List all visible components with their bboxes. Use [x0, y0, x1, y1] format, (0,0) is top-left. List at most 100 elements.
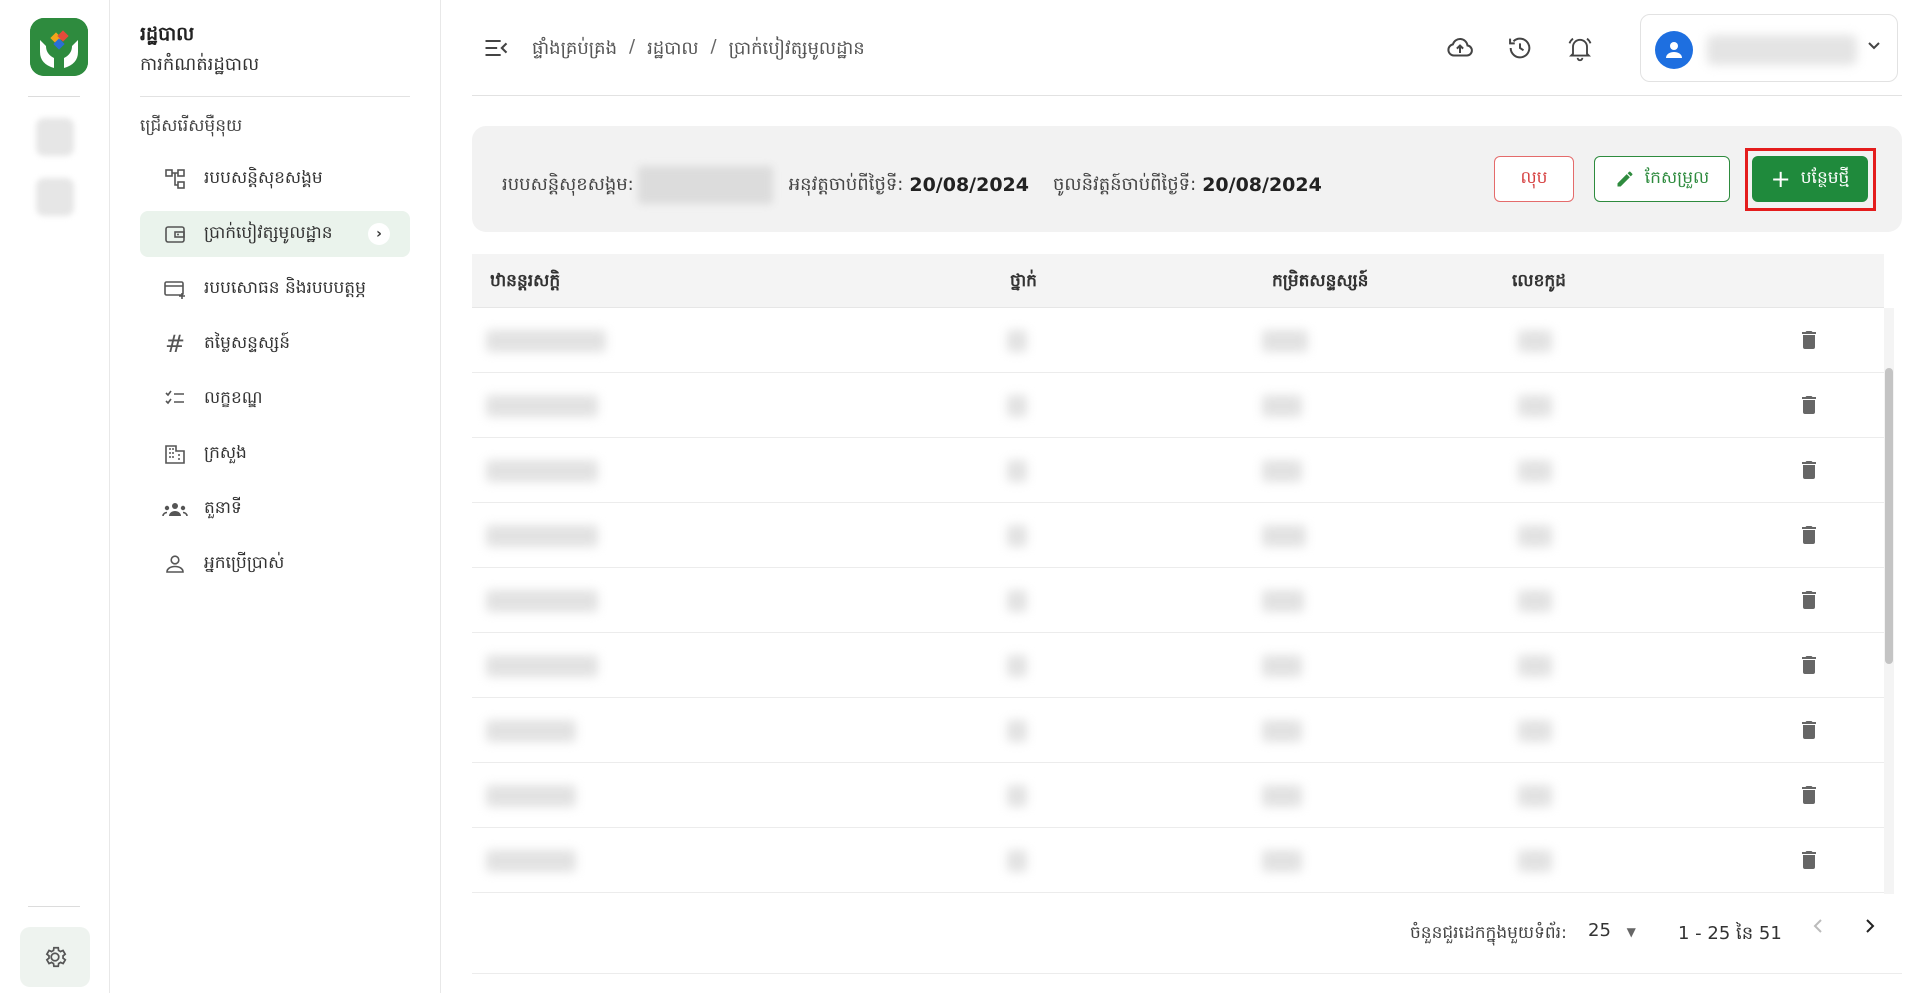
- history-icon: [1509, 37, 1531, 59]
- gear-icon: [45, 946, 67, 968]
- breadcrumb-separator: /: [629, 36, 636, 57]
- table-row[interactable]: [472, 828, 1884, 893]
- column-header-code[interactable]: លេខកូដ: [1512, 270, 1566, 295]
- sidebar-item-ministry[interactable]: ក្រសួង: [140, 431, 410, 477]
- cell-rank: [486, 590, 598, 612]
- trash-icon[interactable]: [1797, 523, 1821, 547]
- column-header-index-level[interactable]: កម្រិតសន្ទស្សន៍: [1272, 270, 1368, 295]
- column-header-rank[interactable]: ឋានន្តរសក្តិ: [490, 270, 560, 295]
- table-row[interactable]: [472, 503, 1884, 568]
- menu-collapse-button[interactable]: [482, 34, 510, 62]
- hands-logo-icon: [30, 18, 88, 76]
- pencil-icon: [1617, 171, 1633, 187]
- trash-icon[interactable]: [1797, 718, 1821, 742]
- scheme-value: [637, 166, 773, 204]
- table-row[interactable]: [472, 698, 1884, 763]
- table-body: [472, 308, 1884, 894]
- upload-button[interactable]: [1444, 32, 1476, 64]
- delete-button[interactable]: លុប: [1494, 156, 1574, 202]
- effective-date-value: 20/08/2024: [909, 174, 1029, 196]
- group-icon: [160, 494, 190, 524]
- sidebar-item-conditions[interactable]: លក្ខខណ្ឌ: [140, 376, 410, 422]
- rail-item[interactable]: [36, 118, 74, 156]
- cell-index: [1262, 395, 1302, 417]
- sidebar-item-label: លក្ខខណ្ឌ: [204, 387, 263, 408]
- scrollbar-thumb[interactable]: [1885, 368, 1893, 664]
- hash-icon: #: [164, 330, 186, 358]
- edit-button[interactable]: កែសម្រួល: [1594, 156, 1730, 202]
- settings-button[interactable]: [20, 927, 90, 987]
- trash-icon[interactable]: [1797, 458, 1821, 482]
- cell-grade: [1007, 330, 1027, 352]
- rail-divider: [28, 906, 80, 907]
- rows-per-page-select[interactable]: 25 ▼: [1588, 920, 1636, 941]
- breadcrumb-separator: /: [710, 36, 717, 57]
- next-page-button[interactable]: [1854, 916, 1884, 946]
- sidebar-item-label: ប្រាក់បៀវត្សមូលដ្ឋាន: [204, 222, 333, 243]
- trash-icon[interactable]: [1797, 393, 1821, 417]
- table-row[interactable]: [472, 633, 1884, 698]
- table-row[interactable]: [472, 568, 1884, 633]
- previous-page-button[interactable]: [1804, 916, 1834, 946]
- app-logo[interactable]: [30, 18, 88, 76]
- sidebar-item-pension[interactable]: របបសោធន និងរបបបត្តម្ភ: [140, 266, 410, 312]
- cell-grade: [1007, 720, 1027, 742]
- table-row[interactable]: [472, 438, 1884, 503]
- scheme-label: របបសន្តិសុខសង្គម:: [502, 173, 634, 195]
- cell-index: [1262, 460, 1302, 482]
- trash-icon[interactable]: [1797, 783, 1821, 807]
- sidebar-item-label: តួនាទី: [204, 497, 242, 518]
- breadcrumb-current: ប្រាក់បៀវត្សមូលដ្ឋាន: [728, 38, 865, 59]
- chevron-left-icon: [1813, 919, 1822, 933]
- retirement-date-value: 20/08/2024: [1202, 174, 1322, 196]
- cell-grade: [1007, 655, 1027, 677]
- cell-code: [1518, 525, 1552, 547]
- checklist-icon: [160, 384, 190, 414]
- cell-rank: [486, 330, 606, 352]
- person-icon: [160, 549, 190, 579]
- top-header: ផ្ទាំងគ្រប់គ្រង / រដ្ឋបាល / ប្រាក់បៀវត្ស…: [472, 0, 1902, 96]
- cell-index: [1262, 655, 1302, 677]
- breadcrumb-dashboard[interactable]: ផ្ទាំងគ្រប់គ្រង: [532, 36, 617, 63]
- sidebar-item-roles[interactable]: តួនាទី: [140, 486, 410, 532]
- retirement-date-label: ចូលនិវត្តន៍ចាប់ពីថ្ងៃទី:: [1053, 173, 1197, 195]
- column-header-grade[interactable]: ថ្នាក់: [1010, 270, 1037, 295]
- trash-icon[interactable]: [1797, 328, 1821, 352]
- sidebar-item-users[interactable]: អ្នកប្រើប្រាស់: [140, 541, 410, 587]
- history-button[interactable]: [1504, 32, 1536, 64]
- trash-icon[interactable]: [1797, 588, 1821, 612]
- cell-code: [1518, 785, 1552, 807]
- trash-icon[interactable]: [1797, 848, 1821, 872]
- table-scrollbar[interactable]: [1884, 308, 1894, 894]
- cell-code: [1518, 460, 1552, 482]
- cell-code: [1518, 655, 1552, 677]
- table-row[interactable]: [472, 763, 1884, 828]
- cell-grade: [1007, 395, 1027, 417]
- cell-grade: [1007, 590, 1027, 612]
- breadcrumb-admin[interactable]: រដ្ឋបាល: [647, 36, 698, 63]
- table-row[interactable]: [472, 373, 1884, 438]
- sidebar-item-social-security[interactable]: របបសន្តិសុខសង្គម: [140, 156, 410, 202]
- admin-sidebar: រដ្ឋបាល ការកំណត់រដ្ឋបាល ជ្រើសរើសម៉ឺនុយ រ…: [110, 0, 441, 993]
- cell-grade: [1007, 850, 1027, 872]
- user-menu[interactable]: [1640, 14, 1898, 82]
- cell-index: [1262, 785, 1302, 807]
- page-range: 1 - 25 នៃ 51: [1678, 923, 1782, 944]
- cell-rank: [486, 850, 576, 872]
- cell-index: [1262, 720, 1302, 742]
- cell-rank: [486, 720, 576, 742]
- hierarchy-icon: [160, 164, 190, 194]
- salary-info: របបសន្តិសុខសង្គម: អនុវត្តចាប់ពីថ្ងៃទី: 2…: [502, 166, 1346, 204]
- sidebar-item-index-value[interactable]: # តម្លៃសន្ទស្សន៍: [140, 321, 410, 367]
- sidebar-item-base-salary[interactable]: ប្រាក់បៀវត្សមូលដ្ឋាន ›: [140, 211, 410, 257]
- table-header: ឋានន្តរសក្តិ ថ្នាក់ កម្រិតសន្ទស្សន៍ លេខក…: [472, 254, 1884, 308]
- rows-per-page-label: ចំនួនជួរដេកក្នុងមួយទំព័រ:: [1410, 923, 1567, 943]
- cell-code: [1518, 330, 1552, 352]
- sidebar-item-label: អ្នកប្រើប្រាស់: [204, 552, 285, 573]
- trash-icon[interactable]: [1797, 653, 1821, 677]
- notifications-button[interactable]: [1564, 32, 1596, 64]
- rail-item[interactable]: [36, 178, 74, 216]
- cell-rank: [486, 395, 598, 417]
- table-row[interactable]: [472, 308, 1884, 373]
- building-icon: [160, 439, 190, 469]
